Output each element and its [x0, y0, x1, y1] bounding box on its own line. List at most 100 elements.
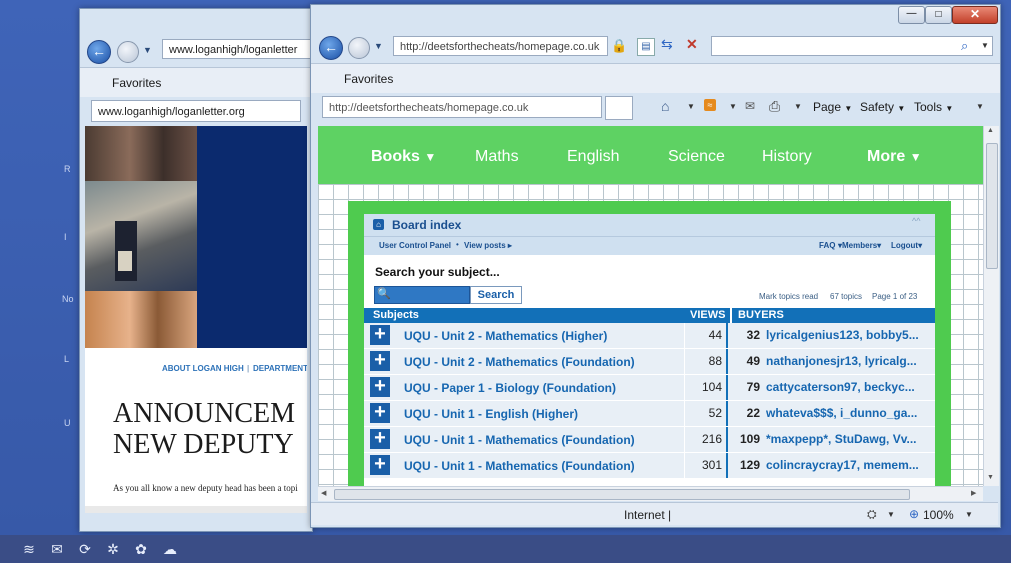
members-link[interactable]: ▾Members▾ [838, 241, 881, 250]
back-button[interactable]: ← [319, 36, 343, 60]
forward-button[interactable] [117, 41, 139, 63]
view-posts-link[interactable]: View posts ▸ [464, 241, 512, 250]
favorites-menu[interactable]: Favorites [112, 76, 161, 90]
settings-icon[interactable]: ✲ [104, 540, 122, 558]
subject-link[interactable]: UQU - Unit 2 - Mathematics (Higher) [404, 329, 607, 343]
expand-plus-icon[interactable]: + [370, 324, 390, 345]
safety-menu[interactable]: Safety ▼ [860, 100, 905, 114]
buyers-list[interactable]: nathanjonesjr13, lyricalg... [766, 354, 917, 368]
stop-icon[interactable]: ✕ [686, 36, 698, 53]
wifi-icon[interactable]: ≋ [20, 540, 38, 558]
compat-view-icon[interactable]: ▤ [637, 38, 655, 56]
expand-plus-icon[interactable]: + [370, 428, 390, 449]
mail-icon[interactable]: ✉ [745, 99, 755, 113]
back-button[interactable]: ← [87, 40, 111, 64]
table-row[interactable]: + UQU - Unit 2 - Mathematics (Foundation)… [364, 349, 935, 375]
browser-window-deets[interactable]: — □ ✕ ← ▼ http://deetsforthecheats/homep… [310, 4, 1001, 528]
home-dropdown-icon[interactable]: ▼ [687, 102, 695, 111]
print-icon[interactable]: ⎙ [769, 98, 780, 115]
address-bar[interactable]: http://deetsforthecheats/homepage.co.uk [393, 36, 608, 56]
scroll-right-icon[interactable]: ▶ [971, 489, 976, 497]
address-bar[interactable]: www.loganhigh/loganletter [162, 39, 312, 59]
protected-mode-icon[interactable]: ⛭ [867, 507, 877, 522]
mark-topics-read-link[interactable]: Mark topics read [759, 292, 818, 301]
faq-link[interactable]: FAQ [819, 241, 835, 250]
rss-dropdown-icon[interactable]: ▼ [729, 102, 737, 111]
subject-link[interactable]: UQU - Unit 2 - Mathematics (Foundation) [404, 355, 635, 369]
zoom-dropdown-icon[interactable]: ▼ [965, 510, 973, 519]
sync-icon[interactable]: ⟳ [76, 540, 94, 558]
expand-plus-icon[interactable]: + [370, 454, 390, 475]
nav-maths[interactable]: Maths [475, 148, 519, 166]
tools-menu[interactable]: Tools ▼ [914, 100, 953, 114]
zoom-level[interactable]: 100% [923, 508, 954, 522]
expand-plus-icon[interactable]: + [370, 350, 390, 371]
secondary-address-field[interactable]: http://deetsforthecheats/homepage.co.uk [322, 96, 602, 118]
mail-icon[interactable]: ✉ [48, 540, 66, 558]
expand-plus-icon[interactable]: + [370, 376, 390, 397]
buyers-list[interactable]: colincraycray17, memem... [766, 458, 919, 472]
home-icon[interactable]: ⌂ [661, 98, 669, 114]
table-row[interactable]: + UQU - Unit 1 - English (Higher) 52 22 what… [364, 401, 935, 427]
history-dropdown-icon[interactable]: ▼ [143, 45, 152, 55]
table-row[interactable]: + UQU - Unit 1 - Mathematics (Foundation)… [364, 453, 935, 479]
secondary-address-field[interactable]: www.loganhigh/loganletter.org [91, 100, 301, 122]
rss-icon[interactable]: ≈ [704, 99, 716, 111]
subject-link[interactable]: UQU - Unit 1 - Mathematics (Foundation) [404, 433, 635, 447]
scroll-down-icon[interactable]: ▼ [987, 474, 994, 481]
collapse-icon[interactable]: ^^ [912, 216, 920, 226]
user-control-panel-link[interactable]: User Control Panel [379, 241, 451, 250]
views-count: 88 [684, 349, 728, 374]
subject-link[interactable]: UQU - Unit 1 - Mathematics (Foundation) [404, 459, 635, 473]
favorites-menu[interactable]: Favorites [344, 72, 393, 86]
close-button[interactable]: ✕ [952, 6, 998, 24]
more-caret-icon: ▼ [909, 150, 922, 164]
cloud-icon[interactable]: ☁ [161, 540, 179, 558]
vertical-scroll-thumb[interactable] [986, 143, 998, 269]
buyers-list[interactable]: lyricalgenius123, bobby5... [766, 328, 919, 342]
nav-books[interactable]: Books ▼ [371, 148, 436, 166]
print-dropdown-icon[interactable]: ▼ [794, 102, 802, 111]
zone-dropdown-icon[interactable]: ▼ [887, 510, 895, 519]
secondary-address-button[interactable] [605, 96, 633, 120]
search-icon[interactable]: ⌕ [961, 38, 968, 54]
board-index-link[interactable]: Board index [392, 218, 461, 232]
forum-search-button[interactable]: Search [470, 286, 522, 304]
nav-department[interactable]: DEPARTMENT [253, 364, 307, 373]
refresh-icon[interactable]: ⇆ [661, 36, 673, 53]
nav-history[interactable]: History [762, 148, 812, 166]
forward-button[interactable] [348, 37, 370, 59]
minimize-button[interactable]: — [898, 6, 925, 24]
search-box[interactable] [711, 36, 993, 56]
table-row[interactable]: + UQU - Paper 1 - Biology (Foundation) 104… [364, 375, 935, 401]
forum-search-input[interactable]: 🔍 [374, 286, 470, 304]
nav-about-logan-high[interactable]: ABOUT LOGAN HIGH [162, 364, 244, 373]
buyers-list[interactable]: whateva$$$, i_dunno_ga... [766, 406, 917, 420]
maximize-button[interactable]: □ [925, 6, 952, 24]
horizontal-scroll-thumb[interactable] [334, 489, 910, 500]
toolbar-overflow-icon[interactable]: ▼ [976, 102, 984, 111]
expand-plus-icon[interactable]: + [370, 402, 390, 423]
history-dropdown-icon[interactable]: ▼ [374, 41, 383, 51]
scroll-left-icon[interactable]: ◀ [321, 489, 326, 497]
page-menu[interactable]: Page ▼ [813, 100, 852, 114]
paw-icon[interactable]: ✿ [132, 540, 150, 558]
nav-more[interactable]: More ▼ [867, 148, 922, 166]
vertical-scrollbar[interactable]: ▲ ▼ [983, 126, 999, 486]
lock-icon[interactable]: 🔒 [611, 38, 627, 54]
buyers-list[interactable]: cattycaterson97, beckyc... [766, 380, 915, 394]
buyers-list[interactable]: *maxpepp*, StuDawg, Vv... [766, 432, 916, 446]
scroll-up-icon[interactable]: ▲ [987, 127, 994, 134]
header-divider [730, 308, 732, 323]
browser-window-logan[interactable]: ← ▼ www.loganhigh/loganletter Favorites … [79, 8, 313, 532]
logan-page-content: ABOUT LOGAN HIGH | DEPARTMENT ANNOUNCEM … [85, 126, 307, 513]
table-row[interactable]: + UQU - Unit 1 - Mathematics (Foundation)… [364, 427, 935, 453]
table-row[interactable]: + UQU - Unit 2 - Mathematics (Higher) 44 32… [364, 323, 935, 349]
subject-link[interactable]: UQU - Unit 1 - English (Higher) [404, 407, 578, 421]
horizontal-scrollbar[interactable]: ◀ ▶ [318, 486, 983, 501]
subject-link[interactable]: UQU - Paper 1 - Biology (Foundation) [404, 381, 616, 395]
logout-link[interactable]: Logout▾ [891, 241, 922, 250]
search-dropdown-icon[interactable]: ▼ [981, 41, 989, 50]
nav-science[interactable]: Science [668, 148, 725, 166]
nav-english[interactable]: English [567, 148, 619, 166]
